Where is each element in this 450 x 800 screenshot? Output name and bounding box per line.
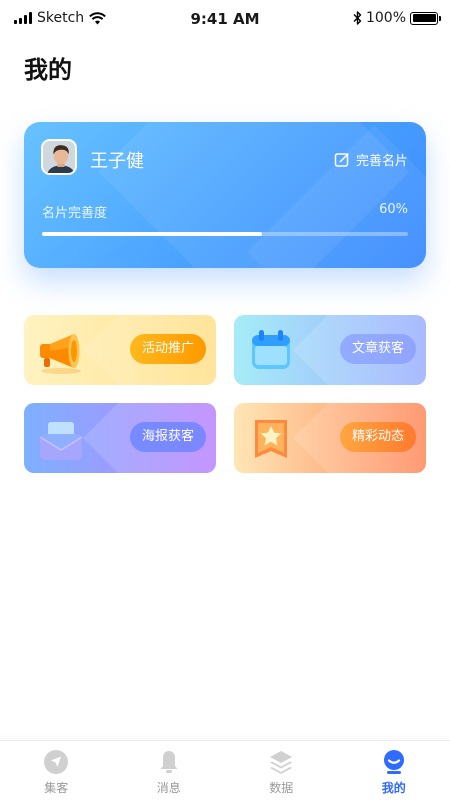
- feature-tile-article-acquisition[interactable]: 文章获客: [234, 315, 426, 385]
- feature-label-activity-promotion: 活动推广: [129, 334, 206, 364]
- layers-icon: [270, 751, 293, 774]
- feature-label-highlights: 精彩动态: [339, 422, 416, 452]
- feature-tile-poster-acquisition[interactable]: 海报获客: [24, 403, 216, 473]
- complete-card-label: 完善名片: [355, 154, 408, 169]
- compass-icon: [44, 750, 69, 774]
- status-bar-right: 100%: [353, 10, 441, 26]
- profile-card[interactable]: 王子健 完善名片 名片完善度 60%: [24, 122, 426, 268]
- battery-percent: 100%: [365, 10, 406, 26]
- bluetooth-icon: [353, 11, 362, 25]
- tab-label: 消息: [156, 781, 181, 795]
- envelope-icon: [39, 422, 83, 460]
- progress-bar: [42, 232, 408, 236]
- calendar-icon: [252, 330, 290, 369]
- tab-collect[interactable]: 集客: [0, 741, 113, 800]
- feature-label-article-acquisition: 文章获客: [339, 334, 416, 364]
- tab-mine[interactable]: 我的: [338, 741, 450, 800]
- megaphone-icon: [40, 334, 81, 374]
- tab-data[interactable]: 数据: [225, 741, 338, 800]
- tab-label: 数据: [269, 781, 294, 795]
- user-name: 王子健: [90, 151, 144, 172]
- battery-icon: [410, 11, 441, 25]
- avatar[interactable]: [41, 139, 77, 175]
- tab-label: 我的: [381, 781, 406, 795]
- bottom-tab-bar: 集客 消息 数据 我的: [0, 740, 450, 800]
- feature-label-poster-acquisition: 海报获客: [129, 422, 206, 452]
- feature-tile-highlights[interactable]: 精彩动态: [234, 403, 426, 473]
- complete-card-button[interactable]: 完善名片: [334, 150, 408, 169]
- progress-fill: [42, 232, 262, 236]
- user-icon: [383, 750, 404, 774]
- edit-icon: [334, 152, 349, 167]
- feature-tile-activity-promotion[interactable]: 活动推广: [24, 315, 216, 385]
- bell-icon: [160, 751, 178, 773]
- tab-label: 集客: [44, 781, 69, 795]
- page-title: 我的: [24, 56, 72, 84]
- status-bar: Sketch 9:41 AM 100%: [0, 0, 450, 36]
- tab-messages[interactable]: 消息: [113, 741, 226, 800]
- star-badge-icon: [255, 420, 287, 458]
- progress-value: 60%: [379, 202, 408, 217]
- progress-label: 名片完善度: [42, 206, 108, 221]
